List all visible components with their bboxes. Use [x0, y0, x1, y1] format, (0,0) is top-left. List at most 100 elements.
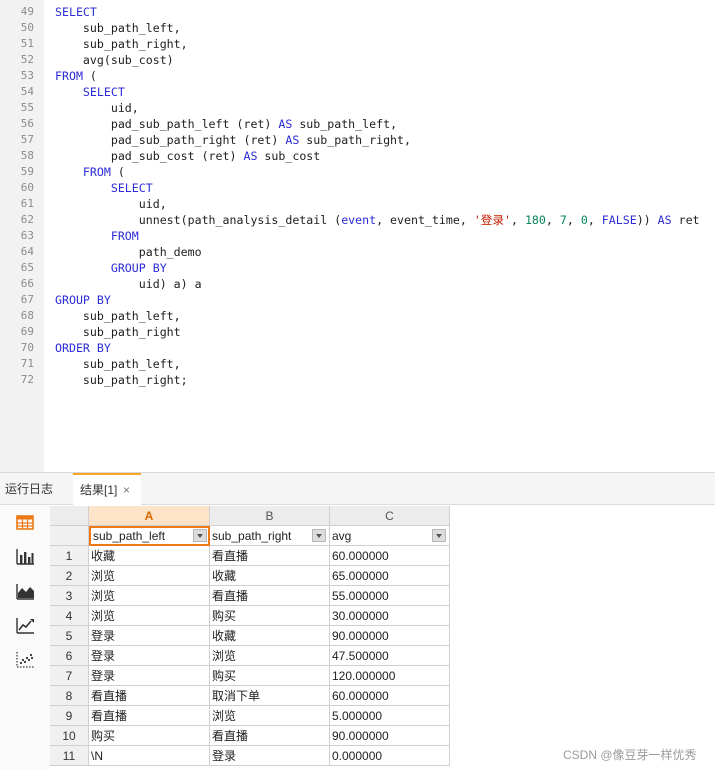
table-icon[interactable] [13, 512, 37, 534]
table-cell[interactable]: 登录 [210, 746, 330, 766]
code-token: , [545, 213, 560, 227]
code-line[interactable]: 64 path_demo [0, 244, 715, 260]
code-text: pad_sub_path_left (ret) AS sub_path_left… [55, 116, 397, 132]
table-cell[interactable]: 60.000000 [330, 686, 450, 706]
code-line[interactable]: 49 SELECT [0, 4, 715, 20]
table-cell[interactable]: 看直播 [89, 686, 210, 706]
table-cell[interactable]: 看直播 [210, 546, 330, 566]
table-cell[interactable]: \N [89, 746, 210, 766]
code-line[interactable]: 60 SELECT [0, 180, 715, 196]
line-number: 54 [20, 85, 34, 98]
scatter-chart-icon[interactable] [13, 649, 37, 671]
close-icon[interactable]: × [123, 475, 130, 505]
code-line[interactable]: 57 pad_sub_path_right (ret) AS sub_path_… [0, 132, 715, 148]
code-token: , [587, 213, 602, 227]
table-cell[interactable]: 65.000000 [330, 566, 450, 586]
table-cell[interactable]: 浏览 [210, 646, 330, 666]
line-chart-icon[interactable] [13, 615, 37, 637]
code-line[interactable]: 56 pad_sub_path_left (ret) AS sub_path_l… [0, 116, 715, 132]
tab-run-log[interactable]: 运行日志 [0, 473, 66, 505]
line-number: 65 [20, 261, 34, 274]
code-line[interactable]: 50 sub_path_left, [0, 20, 715, 36]
code-token-num: 7 [559, 213, 567, 227]
code-line[interactable]: 63 FROM [0, 228, 715, 244]
table-cell[interactable]: 60.000000 [330, 546, 450, 566]
row-number[interactable]: 4 [50, 606, 89, 626]
table-cell[interactable]: 取消下单 [210, 686, 330, 706]
row-number[interactable]: 1 [50, 546, 89, 566]
table-cell[interactable]: 5.000000 [330, 706, 450, 726]
table-cell[interactable]: 浏览 [210, 706, 330, 726]
filter-dropdown-icon[interactable] [193, 529, 207, 542]
table-cell[interactable]: 看直播 [89, 706, 210, 726]
table-cell[interactable]: 购买 [89, 726, 210, 746]
row-number[interactable]: 8 [50, 686, 89, 706]
code-line[interactable]: 58 pad_sub_cost (ret) AS sub_cost [0, 148, 715, 164]
code-line[interactable]: 51 sub_path_right, [0, 36, 715, 52]
row-number[interactable]: 6 [50, 646, 89, 666]
table-cell[interactable]: 收藏 [89, 546, 210, 566]
table-cell[interactable]: 购买 [210, 666, 330, 686]
table-cell[interactable]: 120.000000 [330, 666, 450, 686]
table-cell[interactable]: 登录 [89, 646, 210, 666]
code-line[interactable]: 61 uid, [0, 196, 715, 212]
code-line[interactable]: 66 uid) a) a [0, 276, 715, 292]
table-cell[interactable]: 90.000000 [330, 626, 450, 646]
code-text: sub_path_left, [55, 308, 181, 324]
code-line[interactable]: 70 ORDER BY [0, 340, 715, 356]
bar-chart-icon[interactable] [13, 546, 37, 568]
code-line[interactable]: 62 unnest(path_analysis_detail (event, e… [0, 212, 715, 228]
column-header-sub-path-right[interactable]: sub_path_right [210, 526, 330, 546]
code-line[interactable]: 65 GROUP BY [0, 260, 715, 276]
sql-editor[interactable]: 49 SELECT 50 sub_path_left, 51 sub_path_rig… [0, 0, 715, 472]
tab-run-log-label: 运行日志 [5, 482, 54, 496]
table-cell[interactable]: 浏览 [89, 586, 210, 606]
row-number[interactable]: 2 [50, 566, 89, 586]
table-cell[interactable]: 90.000000 [330, 726, 450, 746]
table-cell[interactable]: 浏览 [89, 566, 210, 586]
code-area[interactable]: 49 SELECT 50 sub_path_left, 51 sub_path_rig… [0, 4, 715, 388]
column-letter-a[interactable]: A [89, 506, 210, 526]
table-cell[interactable]: 收藏 [210, 626, 330, 646]
tab-result-1[interactable]: 结果[1] × [73, 473, 141, 506]
code-text: GROUP BY [55, 292, 111, 308]
table-cell[interactable]: 0.000000 [330, 746, 450, 766]
code-line[interactable]: 53 FROM ( [0, 68, 715, 84]
row-number[interactable]: 3 [50, 586, 89, 606]
table-cell[interactable]: 看直播 [210, 586, 330, 606]
column-letter-c[interactable]: C [330, 506, 450, 526]
code-line[interactable]: 54 SELECT [0, 84, 715, 100]
code-line[interactable]: 68 sub_path_left, [0, 308, 715, 324]
code-line[interactable]: 52 avg(sub_cost) [0, 52, 715, 68]
table-cell[interactable]: 浏览 [89, 606, 210, 626]
grid-corner[interactable] [50, 506, 89, 526]
column-letter-b[interactable]: B [210, 506, 330, 526]
column-header-sub-path-left[interactable]: sub_path_left [89, 526, 210, 546]
row-number[interactable]: 7 [50, 666, 89, 686]
code-text: ORDER BY [55, 340, 111, 356]
column-header-avg[interactable]: avg [330, 526, 450, 546]
table-cell[interactable]: 购买 [210, 606, 330, 626]
area-chart-icon[interactable] [13, 581, 37, 603]
row-number[interactable]: 5 [50, 626, 89, 646]
code-line[interactable]: 67 GROUP BY [0, 292, 715, 308]
filter-dropdown-icon[interactable] [432, 529, 446, 542]
row-number[interactable]: 11 [50, 746, 89, 766]
table-cell[interactable]: 55.000000 [330, 586, 450, 606]
code-line[interactable]: 71 sub_path_left, [0, 356, 715, 372]
row-number[interactable]: 9 [50, 706, 89, 726]
code-line[interactable]: 59 FROM ( [0, 164, 715, 180]
row-number[interactable]: 10 [50, 726, 89, 746]
table-cell[interactable]: 47.500000 [330, 646, 450, 666]
filter-dropdown-icon[interactable] [312, 529, 326, 542]
table-cell[interactable]: 收藏 [210, 566, 330, 586]
code-line[interactable]: 69 sub_path_right [0, 324, 715, 340]
table-cell[interactable]: 30.000000 [330, 606, 450, 626]
table-cell[interactable]: 看直播 [210, 726, 330, 746]
code-line[interactable]: 72 sub_path_right; [0, 372, 715, 388]
code-line[interactable]: 55 uid, [0, 100, 715, 116]
table-cell[interactable]: 登录 [89, 666, 210, 686]
table-cell[interactable]: 登录 [89, 626, 210, 646]
code-token: sub_path_left, [55, 309, 181, 323]
